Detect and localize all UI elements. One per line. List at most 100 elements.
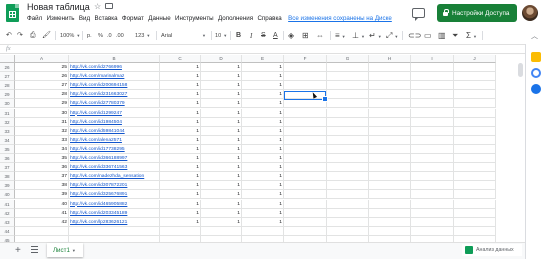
cell-e[interactable]: 1 (242, 190, 284, 200)
cell-g[interactable] (327, 90, 369, 100)
cell-b[interactable]: http://vk.com/lp283626121 (69, 217, 160, 227)
insert-link-icon[interactable]: ⊂⊃ (408, 31, 421, 41)
bold-button[interactable]: B (236, 31, 241, 41)
cell-a[interactable]: 25 (15, 63, 69, 73)
row-header[interactable]: 32 (0, 117, 15, 127)
insert-comment-icon[interactable]: ▭ (424, 31, 432, 41)
cell-g[interactable] (327, 190, 369, 200)
avatar[interactable] (522, 5, 538, 21)
cell-f[interactable] (284, 117, 327, 127)
cell-f[interactable] (284, 135, 327, 145)
cell-g[interactable] (327, 226, 369, 236)
column-header-j[interactable]: J (454, 55, 496, 63)
cell-f[interactable] (284, 72, 327, 82)
cell-h[interactable] (369, 154, 411, 164)
cell-j[interactable] (454, 99, 496, 109)
cell-f[interactable] (284, 199, 327, 209)
menu-view[interactable]: Вид (79, 15, 90, 25)
cell-g[interactable] (327, 99, 369, 109)
calendar-icon[interactable] (531, 84, 541, 94)
cell-i[interactable] (411, 172, 454, 182)
cell-b[interactable]: http://vk.com/id200694158 (69, 81, 160, 91)
functions-icon[interactable]: Σ ▼ (466, 31, 477, 41)
chevron-up-icon[interactable]: ︿ (531, 31, 538, 41)
cell-i[interactable] (411, 108, 454, 118)
menu-addons[interactable]: Дополнения (218, 15, 253, 25)
cell-e[interactable]: 1 (242, 208, 284, 218)
row-header[interactable]: 26 (0, 63, 15, 73)
row-header[interactable]: 30 (0, 99, 15, 109)
cell-f[interactable] (284, 126, 327, 136)
cell-f[interactable] (284, 108, 327, 118)
cell-d[interactable]: 1 (201, 144, 242, 154)
cell-d[interactable]: 1 (201, 181, 242, 191)
cell-a[interactable]: 31 (15, 117, 69, 127)
move-to-folder-icon[interactable] (105, 3, 113, 9)
text-rotation-icon[interactable]: ⤢ ▼ (386, 31, 398, 41)
column-header-a[interactable]: A (15, 55, 69, 63)
cell-b[interactable]: http://vk.com/id307872201 (69, 181, 160, 191)
cell-c[interactable]: 1 (160, 154, 201, 164)
cell-d[interactable]: 1 (201, 126, 242, 136)
filter-icon[interactable]: ⏷ (452, 31, 458, 41)
cell-e[interactable]: 1 (242, 181, 284, 191)
cell-f[interactable] (284, 208, 327, 218)
cell-c[interactable]: 1 (160, 190, 201, 200)
cell-f[interactable] (284, 81, 327, 91)
cell-j[interactable] (454, 190, 496, 200)
cell-f[interactable] (284, 154, 327, 164)
column-header-i[interactable]: I (411, 55, 454, 63)
vertical-scrollbar[interactable] (518, 63, 523, 77)
cell-i[interactable] (411, 208, 454, 218)
cell-i[interactable] (411, 99, 454, 109)
row-header[interactable]: 34 (0, 135, 15, 145)
cell-c[interactable]: 1 (160, 172, 201, 182)
cell-d[interactable]: 1 (201, 172, 242, 182)
cell-d[interactable]: 1 (201, 108, 242, 118)
horizontal-align-icon[interactable]: ≡ ▼ (335, 31, 346, 41)
cell-d[interactable]: 1 (201, 63, 242, 73)
column-header-d[interactable]: D (201, 55, 242, 63)
cell-b[interactable]: http://vk.com/id59841044 (69, 126, 160, 136)
row-header[interactable]: 43 (0, 217, 15, 227)
cell-g[interactable] (327, 163, 369, 173)
menu-edit[interactable]: Изменить (47, 15, 75, 25)
cell-c[interactable]: 1 (160, 81, 201, 91)
cell-b[interactable] (69, 226, 160, 236)
formula-bar[interactable]: fx (0, 44, 525, 54)
cell-e[interactable]: 1 (242, 163, 284, 173)
cell-d[interactable]: 1 (201, 163, 242, 173)
cell-d[interactable]: 1 (201, 208, 242, 218)
cell-b[interactable]: http://vk.com/id366188997 (69, 154, 160, 164)
row-header[interactable]: 29 (0, 90, 15, 100)
cell-j[interactable] (454, 208, 496, 218)
cell-c[interactable]: 1 (160, 90, 201, 100)
undo-icon[interactable]: ↶ (6, 31, 12, 41)
cell-h[interactable] (369, 90, 411, 100)
cell-b[interactable]: http://vk.com/nadezhda_sensation (69, 172, 160, 182)
cell-i[interactable] (411, 154, 454, 164)
cell-b[interactable]: http://vk.com/id336741563 (69, 163, 160, 173)
cell-a[interactable]: 27 (15, 81, 69, 91)
comments-icon[interactable] (412, 8, 425, 21)
cell-c[interactable]: 1 (160, 72, 201, 82)
cell-j[interactable] (454, 144, 496, 154)
cell-i[interactable] (411, 163, 454, 173)
cell-b[interactable]: http://vk.com/id203345189 (69, 208, 160, 218)
row-header[interactable]: 44 (0, 226, 15, 236)
row-header[interactable]: 28 (0, 81, 15, 91)
cell-d[interactable]: 1 (201, 72, 242, 82)
cell-a[interactable]: 33 (15, 135, 69, 145)
cell-e[interactable]: 1 (242, 172, 284, 182)
print-icon[interactable]: ⎙ (30, 31, 36, 41)
cell-a[interactable]: 42 (15, 217, 69, 227)
cell-d[interactable]: 1 (201, 135, 242, 145)
cell-j[interactable] (454, 126, 496, 136)
cell-h[interactable] (369, 226, 411, 236)
cell-i[interactable] (411, 135, 454, 145)
cell-h[interactable] (369, 190, 411, 200)
cell-a[interactable]: 29 (15, 99, 69, 109)
cell-a[interactable]: 34 (15, 144, 69, 154)
cell-d[interactable]: 1 (201, 217, 242, 227)
row-header[interactable]: 27 (0, 72, 15, 82)
